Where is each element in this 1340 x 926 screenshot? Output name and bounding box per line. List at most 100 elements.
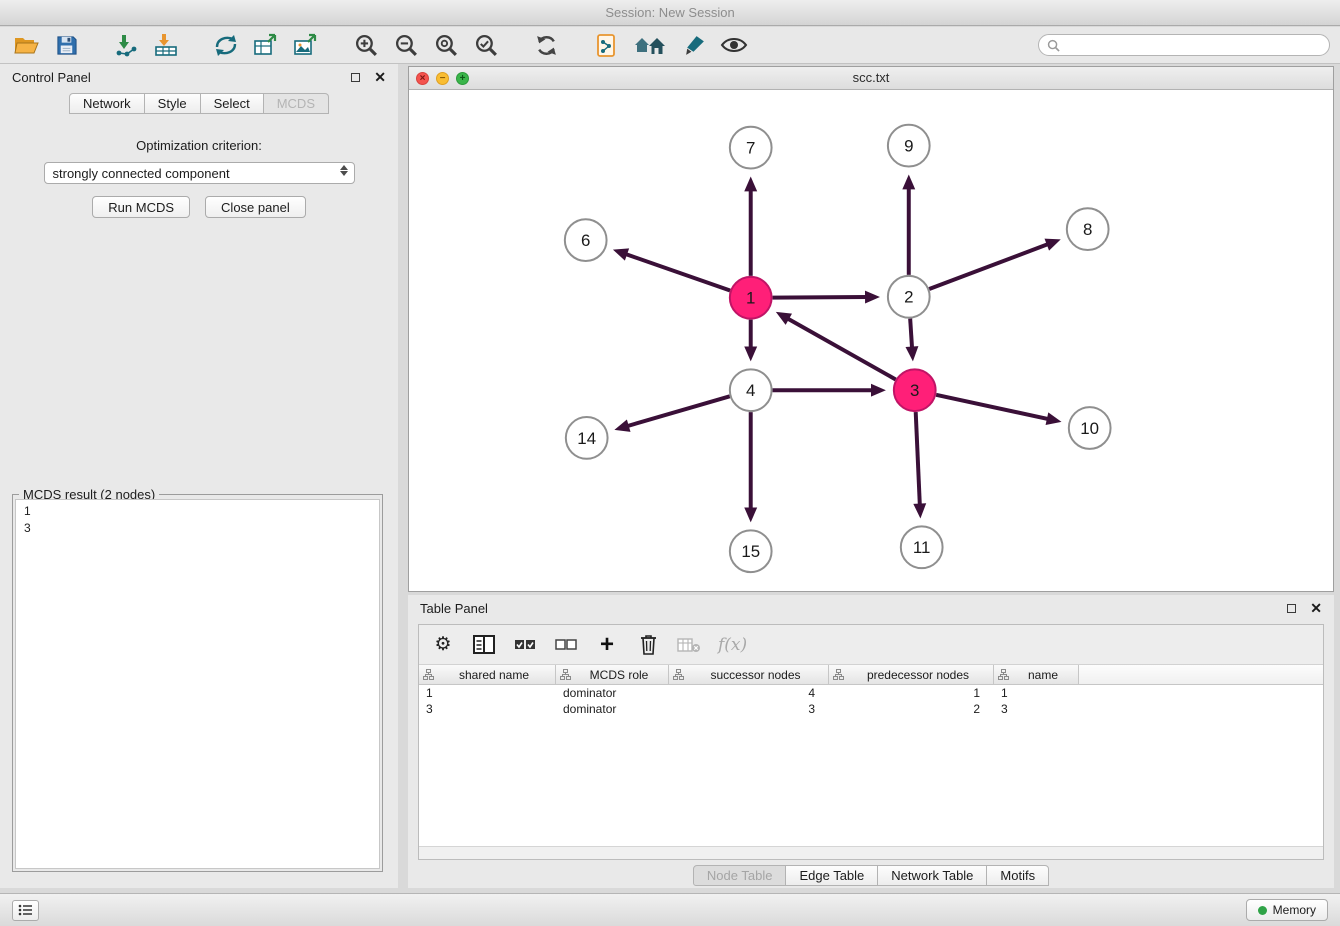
add-column-button[interactable]: + [595, 631, 619, 659]
show-columns-button[interactable] [472, 631, 496, 659]
column-header-successor-nodes[interactable]: successor nodes [669, 665, 829, 684]
app-title: Session: New Session [605, 5, 734, 20]
graph-edge-1-2[interactable] [773, 291, 880, 304]
graph-edge-4-14[interactable] [614, 396, 729, 432]
tab-motifs[interactable]: Motifs [987, 865, 1049, 886]
svg-text:4: 4 [746, 381, 755, 400]
graph-node-9[interactable]: 9 [888, 125, 930, 167]
column-header-predecessor-nodes[interactable]: predecessor nodes [829, 665, 994, 684]
graph-edge-3-11[interactable] [913, 412, 926, 518]
select-all-columns-button[interactable] [513, 631, 537, 659]
checked-boxes-icon [514, 639, 536, 651]
float-panel-icon[interactable] [351, 73, 360, 82]
task-history-button[interactable] [12, 900, 39, 921]
apply-style-button[interactable] [590, 30, 622, 60]
app-titlebar[interactable]: Session: New Session [0, 0, 1340, 26]
node-table-header: shared name MCDS role successor nodes pr… [419, 665, 1323, 685]
graph-edge-3-1[interactable] [776, 312, 896, 380]
close-window-icon[interactable]: × [416, 72, 429, 85]
graph-edge-4-15[interactable] [744, 412, 757, 522]
run-mcds-button[interactable]: Run MCDS [92, 196, 190, 218]
home-layout-button[interactable] [630, 30, 670, 60]
save-session-button[interactable] [50, 30, 82, 60]
delete-column-button[interactable] [677, 631, 701, 659]
column-header-shared-name[interactable]: shared name [419, 665, 556, 684]
graph-node-6[interactable]: 6 [565, 219, 607, 261]
graph-node-1[interactable]: 1 [730, 277, 772, 319]
minimize-window-icon[interactable]: − [436, 72, 449, 85]
tab-network-table[interactable]: Network Table [878, 865, 987, 886]
zoom-fit-button[interactable] [430, 30, 462, 60]
close-table-panel-icon[interactable]: ✕ [1310, 601, 1322, 615]
first-neighbors-button[interactable] [210, 30, 242, 60]
delete-row-button[interactable] [636, 631, 660, 659]
double-home-icon [632, 33, 668, 57]
graph-node-3[interactable]: 3 [894, 369, 936, 411]
deselect-all-columns-button[interactable] [554, 631, 578, 659]
refresh-view-button[interactable] [530, 30, 562, 60]
style-document-icon [594, 33, 618, 58]
tab-mcds[interactable]: MCDS [264, 93, 329, 114]
column-header-name[interactable]: name [994, 665, 1079, 684]
network-window-titlebar[interactable]: × − + scc.txt [409, 67, 1333, 90]
close-panel-button[interactable]: Close panel [205, 196, 306, 218]
tab-node-table[interactable]: Node Table [693, 865, 787, 886]
tab-select[interactable]: Select [201, 93, 264, 114]
memory-button[interactable]: Memory [1246, 899, 1328, 921]
graph-edge-1-4[interactable] [744, 320, 757, 362]
mcds-result-list[interactable]: 1 3 [15, 499, 380, 869]
zoom-selected-button[interactable] [470, 30, 502, 60]
search-input[interactable] [1065, 38, 1321, 52]
import-network-button[interactable] [110, 30, 142, 60]
column-function-icon [998, 669, 1009, 680]
graph-node-2[interactable]: 2 [888, 276, 930, 318]
search-box[interactable] [1038, 34, 1330, 56]
graph-node-15[interactable]: 15 [730, 530, 772, 572]
graph-node-8[interactable]: 8 [1067, 208, 1109, 250]
table-panel-tabs: Node Table Edge Table Network Table Moti… [408, 865, 1334, 886]
graph-node-4[interactable]: 4 [730, 369, 772, 411]
table-settings-button[interactable]: ⚙ [431, 631, 455, 659]
tab-style[interactable]: Style [145, 93, 201, 114]
graph-edge-2-8[interactable] [929, 239, 1061, 289]
graph-node-11[interactable]: 11 [901, 526, 943, 568]
optimization-criterion-select[interactable]: strongly connected component [44, 162, 355, 184]
float-table-panel-icon[interactable] [1287, 604, 1296, 613]
graph-edge-1-7[interactable] [744, 176, 757, 275]
table-toolbar: ⚙ [419, 625, 1323, 665]
graph-edge-1-6[interactable] [613, 248, 730, 290]
zoom-in-button[interactable] [350, 30, 382, 60]
graph-edge-4-3[interactable] [773, 384, 886, 397]
tab-edge-table[interactable]: Edge Table [786, 865, 878, 886]
table-horizontal-scrollbar[interactable] [419, 846, 1323, 859]
table-row[interactable]: 3 dominator 3 2 3 [419, 701, 1323, 717]
import-table-button[interactable] [150, 30, 182, 60]
graph-edge-3-10[interactable] [936, 395, 1061, 425]
style-brush-button[interactable] [678, 30, 710, 60]
column-header-mcds-role[interactable]: MCDS role [556, 665, 669, 684]
export-table-button[interactable] [250, 30, 282, 60]
svg-text:8: 8 [1083, 220, 1092, 239]
graph-node-10[interactable]: 10 [1069, 407, 1111, 449]
function-builder-button[interactable]: f(x) [718, 631, 747, 659]
maximize-window-icon[interactable]: + [456, 72, 469, 85]
open-session-button[interactable] [10, 30, 42, 60]
table-row[interactable]: 1 dominator 4 1 1 [419, 685, 1323, 701]
svg-text:14: 14 [577, 429, 596, 448]
graph-node-14[interactable]: 14 [566, 417, 608, 459]
column-header-filler [1079, 665, 1323, 684]
export-image-button[interactable] [290, 30, 322, 60]
graph-node-7[interactable]: 7 [730, 127, 772, 169]
save-disk-icon [55, 34, 78, 57]
graph-edge-2-9[interactable] [902, 174, 915, 274]
node-table-frame: ⚙ [418, 624, 1324, 860]
network-graph[interactable]: 7 9 6 8 1 2 4 3 14 10 15 11 [409, 90, 1333, 591]
network-window-title: scc.txt [853, 70, 890, 85]
graph-edge-2-3[interactable] [906, 319, 919, 362]
optimization-criterion-value: strongly connected component [53, 166, 230, 181]
zoom-out-button[interactable] [390, 30, 422, 60]
show-hide-button[interactable] [718, 30, 750, 60]
close-panel-icon[interactable]: ✕ [374, 70, 386, 84]
cell-successor-nodes: 3 [669, 701, 829, 717]
tab-network[interactable]: Network [69, 93, 145, 114]
